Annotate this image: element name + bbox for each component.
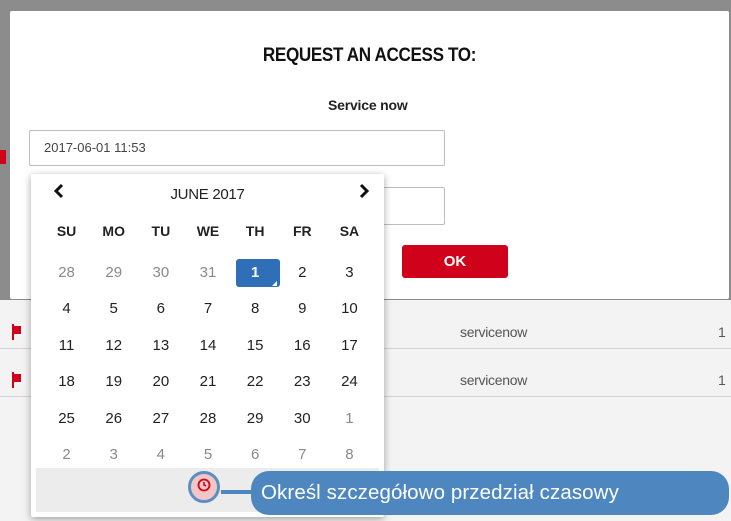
day-cell[interactable]: 28 [43, 254, 90, 291]
day-cell-selected[interactable]: 1 [232, 254, 280, 291]
flag-icon [12, 324, 21, 340]
day-cell[interactable]: 29 [232, 400, 279, 437]
flag-icon [12, 372, 21, 388]
ok-button[interactable]: OK [402, 245, 508, 278]
day-cell[interactable]: 12 [90, 327, 137, 364]
modal-title: REQUEST AN ACCESS TO: [262, 45, 477, 66]
week-row: 28 29 30 31 1 2 3 [43, 254, 373, 291]
end-datetime-input[interactable] [382, 187, 445, 225]
calendar-grid: SU MO TU WE TH FR SA 28 29 30 31 1 2 3 4… [43, 220, 373, 473]
day-cell[interactable]: 2 [279, 254, 326, 291]
day-cell[interactable]: 4 [43, 291, 90, 328]
day-cell[interactable]: 30 [279, 400, 326, 437]
service-name: Service now [328, 97, 408, 113]
clock-icon [197, 478, 211, 497]
week-row: 18 19 20 21 22 23 24 [43, 364, 373, 401]
month-label[interactable]: JUNE 2017 [31, 186, 384, 203]
chevron-right-icon[interactable] [358, 183, 370, 204]
day-cell[interactable]: 25 [43, 400, 90, 437]
time-toggle-button[interactable] [188, 471, 220, 503]
week-row: 4 5 6 7 8 9 10 [43, 291, 373, 328]
weekday-label: MO [102, 223, 125, 239]
day-cell[interactable]: 26 [90, 400, 137, 437]
week-row: 25 26 27 28 29 30 1 [43, 400, 373, 437]
weekday-header-row: SU MO TU WE TH FR SA [43, 220, 373, 242]
day-cell[interactable]: 3 [326, 254, 373, 291]
datepicker-popup: JUNE 2017 SU MO TU WE TH FR SA 28 29 30 … [31, 174, 384, 517]
weekday-label: TH [245, 223, 265, 239]
day-cell[interactable]: 30 [137, 254, 184, 291]
datetime-input[interactable]: 2017-06-01 11:53 [29, 130, 445, 166]
weekday-label: SA [339, 223, 360, 239]
day-cell[interactable]: 5 [90, 291, 137, 328]
day-cell[interactable]: 9 [279, 291, 326, 328]
day-cell[interactable]: 24 [326, 364, 373, 401]
day-cell[interactable]: 8 [232, 291, 279, 328]
day-cell[interactable]: 18 [43, 364, 90, 401]
day-cell[interactable]: 6 [137, 291, 184, 328]
weekday-label: TU [151, 223, 171, 239]
weekday-label: WE [196, 223, 220, 239]
day-cell[interactable]: 7 [184, 291, 231, 328]
day-cell[interactable]: 14 [184, 327, 231, 364]
day-cell[interactable]: 19 [90, 364, 137, 401]
weekday-label: SU [56, 223, 77, 239]
weekday-label: FR [292, 223, 312, 239]
day-cell[interactable]: 28 [184, 400, 231, 437]
day-cell[interactable]: 23 [279, 364, 326, 401]
day-cell[interactable]: 31 [184, 254, 231, 291]
day-cell[interactable]: 22 [232, 364, 279, 401]
day-label: 1 [250, 263, 260, 281]
table-cell-trailing: 1 [718, 372, 726, 388]
day-cell[interactable]: 11 [43, 327, 90, 364]
day-cell[interactable]: 29 [90, 254, 137, 291]
tooltip-connector [221, 490, 253, 494]
day-cell[interactable]: 16 [279, 327, 326, 364]
table-cell-service: servicenow [460, 372, 528, 388]
day-cell[interactable]: 1 [326, 400, 373, 437]
table-cell-service: servicenow [460, 324, 528, 340]
day-cell[interactable]: 10 [326, 291, 373, 328]
day-cell[interactable]: 15 [232, 327, 279, 364]
day-cell[interactable]: 27 [137, 400, 184, 437]
day-cell[interactable]: 21 [184, 364, 231, 401]
flag-icon [0, 150, 6, 164]
day-cell[interactable]: 13 [137, 327, 184, 364]
table-cell-trailing: 1 [718, 324, 726, 340]
week-row: 11 12 13 14 15 16 17 [43, 327, 373, 364]
day-cell[interactable]: 20 [137, 364, 184, 401]
day-cell[interactable]: 17 [326, 327, 373, 364]
tooltip-callout: Określ szczegółowo przedział czasowy [251, 471, 729, 515]
